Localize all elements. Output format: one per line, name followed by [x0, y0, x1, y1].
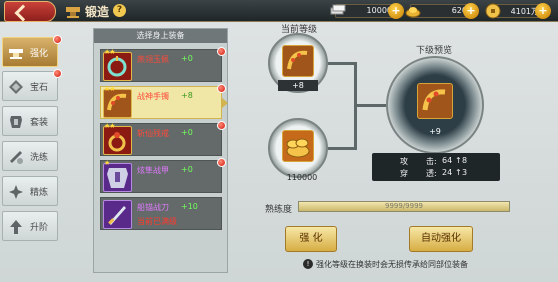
resource-gold: 620 + — [405, 3, 479, 19]
bracelet-icon — [103, 89, 132, 118]
add-gold-button[interactable]: + — [463, 3, 479, 19]
notification-dot — [217, 121, 226, 130]
equipment-slot[interactable]: ★★ 燕翎玉佩 +0 — [100, 47, 226, 82]
gold-ingot-icon — [405, 7, 421, 18]
tab-label: 洗练 — [30, 153, 49, 163]
equipment-slot[interactable]: 船锚战刀 +10 当前已满级 — [100, 197, 222, 230]
anvil-title-icon — [66, 7, 80, 18]
gem-icon — [9, 80, 23, 94]
add-copper-button[interactable]: + — [535, 3, 551, 19]
bracelet-icon — [282, 45, 314, 77]
stats-panel: 攻 击: 64 ↑ 8 穿 透: 24 ↑ 3 — [372, 153, 500, 181]
resource-copper: 4101万 + — [485, 3, 551, 19]
current-item-frame[interactable]: +8 — [268, 33, 328, 93]
spark-icon — [9, 185, 23, 199]
equipment-panel: 选择身上装备 ★★ 燕翎玉佩 +0 ★★ 战神手镯 +8 ★★ 斩仙残戒 +0 … — [93, 28, 228, 273]
max-level-note: 当前已满级 — [137, 217, 177, 226]
item-level: +0 — [181, 128, 193, 137]
tab-refresh[interactable]: 洗练 — [2, 141, 58, 171]
notice-text: 强化等级在换装时会无损传承给同部位装备 — [316, 260, 468, 269]
stat-label: 击: — [426, 157, 437, 166]
tab-label: 宝石 — [30, 83, 49, 93]
tab-label: 套装 — [30, 118, 49, 128]
top-bar: 锻造 ? 10000 + 620 + 4101万 + — [0, 0, 558, 22]
stat-label: 攻 — [400, 157, 408, 166]
sword-icon — [103, 200, 132, 229]
arrow-up-icon: ↑ — [455, 168, 462, 177]
armor-icon — [103, 163, 132, 192]
tab-strengthen[interactable]: 强化 — [2, 35, 62, 67]
connector-line — [328, 62, 356, 65]
help-icon[interactable]: ? — [113, 4, 126, 17]
material-frame[interactable] — [268, 118, 328, 178]
refine-icon — [10, 151, 23, 164]
strengthen-button[interactable]: 强 化 — [285, 226, 337, 252]
preview-level-badge: +9 — [429, 127, 441, 136]
connector-line — [328, 147, 356, 150]
tab-label: 精炼 — [30, 188, 49, 198]
notification-dot — [217, 84, 226, 93]
notification-dot — [217, 158, 226, 167]
tab-upgrade[interactable]: 升阶 — [2, 211, 58, 241]
item-name: 船锚战刀 — [137, 203, 169, 212]
item-name: 燕翎玉佩 — [137, 55, 169, 64]
item-name: 战神手镯 — [137, 92, 169, 101]
proficiency-bar: 9999/9999 — [298, 201, 510, 212]
notification-dot — [53, 69, 62, 78]
item-name: 斩仙残戒 — [137, 129, 169, 138]
proficiency-text: 9999/9999 — [385, 202, 423, 210]
copper-coin-icon — [485, 3, 501, 19]
stat-value: 24 — [442, 168, 453, 177]
notification-dot — [217, 47, 226, 56]
star-rating: ★★ — [104, 85, 116, 93]
equipment-slot[interactable]: ★ 炫隼战甲 +0 — [100, 158, 226, 193]
stat-gain: 3 — [462, 168, 468, 177]
resource-silver: 10000 + — [330, 3, 404, 19]
page-title: 锻造 — [85, 5, 110, 19]
stat-label: 穿 — [400, 169, 408, 178]
stat-value: 64 — [442, 156, 453, 165]
armor-icon — [10, 116, 22, 128]
anvil-icon — [9, 49, 23, 59]
tab-set[interactable]: 套装 — [2, 106, 58, 136]
material-count: 110000 — [286, 173, 318, 182]
bracelet-icon — [417, 83, 453, 119]
preview-item-frame[interactable]: +9 — [386, 56, 484, 154]
stat-label: 透: — [426, 169, 437, 178]
back-button[interactable] — [4, 1, 56, 22]
stat-gain: 8 — [462, 156, 468, 165]
info-icon: ! — [303, 259, 313, 269]
tab-label: 升阶 — [30, 223, 49, 233]
item-level: +0 — [181, 165, 193, 174]
panel-title: 选择身上装备 — [94, 29, 227, 43]
connector-line — [354, 104, 386, 107]
coins-icon — [282, 130, 314, 162]
forge-screen: { "header": {"title": "锻造", "help_icon":… — [0, 0, 558, 282]
equipment-slot[interactable]: ★★ 斩仙残戒 +0 — [100, 121, 226, 156]
ring-icon — [103, 126, 132, 155]
star-rating: ★★ — [104, 48, 116, 56]
equipment-slot-selected[interactable]: ★★ 战神手镯 +8 — [100, 84, 228, 119]
jade-pendant-icon — [103, 52, 132, 81]
notification-dot — [53, 35, 62, 44]
preview-label: 下级预览 — [416, 46, 453, 56]
item-level: +10 — [181, 202, 198, 211]
tab-label: 强化 — [30, 49, 49, 59]
item-name: 炫隼战甲 — [137, 166, 169, 175]
star-rating: ★ — [104, 159, 110, 167]
tab-refine[interactable]: 精炼 — [2, 176, 58, 206]
add-silver-button[interactable]: + — [388, 3, 404, 19]
tab-gem[interactable]: 宝石 — [2, 69, 62, 101]
silver-bars-icon — [330, 4, 346, 15]
upgrade-icon — [10, 220, 22, 234]
arrow-up-icon: ↑ — [455, 156, 462, 165]
current-level-badge: +8 — [278, 80, 318, 91]
item-level: +8 — [181, 91, 193, 100]
auto-strengthen-button[interactable]: 自动强化 — [409, 226, 473, 252]
proficiency-label: 熟练度 — [265, 205, 293, 215]
selected-arrow — [222, 98, 228, 108]
star-rating: ★★ — [104, 122, 116, 130]
item-level: +0 — [181, 54, 193, 63]
